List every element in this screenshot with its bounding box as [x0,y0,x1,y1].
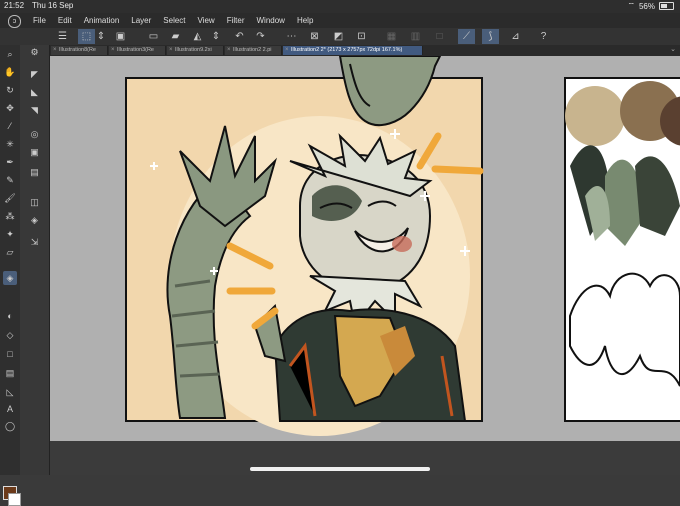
battery-percent: 56% [638,1,655,11]
battery-icon [659,2,674,10]
brush-icon[interactable]: 🖌 [3,191,17,205]
tab-label: Illustration3(Re [117,47,154,53]
snap-ruler-icon[interactable]: ⟋ [458,29,475,44]
tool-palette: ⌕ ✋ ↻ ✥ ⁄ ✳ ✒ ✎ 🖌 ⁂ ✦ ▱ ◈ ◐ ◇ □ ▤ ◺ A ◯ [0,45,21,506]
airbrush-icon[interactable]: ⁂ [3,209,17,223]
ruler-icon[interactable]: ▥ [407,29,424,44]
pen-icon[interactable]: ✒ [3,155,17,169]
tab-active-document[interactable]: × Illustration2 2* (2173 x 2757px 72dpi 1… [283,46,423,55]
wifi-icon: ⌔ [627,1,635,10]
close-icon[interactable]: × [111,46,115,55]
frame-icon[interactable]: □ [3,347,17,361]
snap-icon[interactable]: ▦ [383,29,400,44]
eraser-soft-icon[interactable]: ◣ [27,85,42,99]
fill-icon[interactable]: ◭ [189,29,206,44]
hand-icon[interactable]: ✋ [3,65,17,79]
layer-copy-icon[interactable]: ◎ [27,127,42,141]
tab-document[interactable]: × Illustration2 2.pi [225,46,282,55]
menu-help[interactable]: Help [297,16,313,25]
tab-label: Illustration2 2.pi [233,47,272,53]
menu-layer[interactable]: Layer [131,16,151,25]
menu-window[interactable]: Window [257,16,285,25]
status-bar: 21:52 Thu 16 Sep ⌔ 56% [0,0,680,13]
layer-ref-icon[interactable]: ▤ [27,165,42,179]
menu-edit[interactable]: Edit [58,16,72,25]
figure-icon[interactable]: ◇ [3,328,17,342]
sub-tool-palette: ⚙ ◤ ◣ ◥ ◎ ▣ ▤ ◫ ◈ ⇲ [20,45,50,475]
rotate-icon[interactable]: ↻ [3,83,17,97]
app-logo-icon[interactable]: ↄ [8,15,21,28]
vector-icon[interactable]: □ [431,29,448,44]
selection-icon[interactable]: ⋯ [283,29,300,44]
select-layer-icon[interactable]: ⬚ [78,29,95,44]
close-icon[interactable]: × [53,46,57,55]
correct-line-icon[interactable]: ◺ [3,385,17,399]
eraser-vector-icon[interactable]: ◥ [27,103,42,117]
tab-label: Illustration9.2xi [175,47,212,53]
layer-stack-icon[interactable]: ◫ [27,195,42,209]
open-icon[interactable]: ▰ [167,29,184,44]
help-icon[interactable]: ? [535,29,552,44]
menu-file[interactable]: File [33,16,46,25]
magic-wand-icon[interactable]: ✳ [3,137,17,151]
snap-curve-icon[interactable]: ⟆ [482,29,499,44]
chevron-down-icon[interactable]: ⌄ [670,45,676,53]
home-indicator[interactable] [250,467,430,471]
pencil-icon[interactable]: ✎ [3,173,17,187]
menu-view[interactable]: View [198,16,215,25]
menu-filter[interactable]: Filter [227,16,245,25]
invert-selection-icon[interactable]: ◩ [330,29,347,44]
tab-document[interactable]: × Illustration3(Re [109,46,166,55]
redo-icon[interactable]: ↷ [252,29,269,44]
close-icon[interactable]: × [285,46,289,55]
stabilizer-icon[interactable]: ▣ [112,29,129,44]
artwork [125,55,680,436]
menu-select[interactable]: Select [163,16,185,25]
decoration-icon[interactable]: ✦ [3,227,17,241]
menu-animation[interactable]: Animation [84,16,120,25]
stepper-icon-2[interactable]: ⇕ [211,29,221,44]
close-icon[interactable]: × [169,46,173,55]
sub-color-swatch[interactable] [8,493,21,506]
save-icon[interactable]: ▭ [145,29,162,44]
menu-bar: ↄ File Edit Animation Layer Select View … [0,13,680,28]
move-icon[interactable]: ✥ [3,101,17,115]
settings-icon[interactable]: ⚙ [27,45,42,59]
eyedropper-icon[interactable]: ⁄ [3,119,17,133]
tab-label: Illustration8(Re [59,47,96,53]
ruler-tool-icon[interactable]: ▤ [3,366,17,380]
menu-icon[interactable]: ☰ [54,29,71,44]
eraser-hard-icon[interactable]: ◤ [27,67,42,81]
tab-document[interactable]: × Illustration8(Re [51,46,108,55]
tab-label: Illustration2 2* (2173 x 2757px 72dpi 16… [291,47,403,53]
tab-document[interactable]: × Illustration9.2xi [167,46,224,55]
zoom-icon[interactable]: ⌕ [3,47,17,61]
eraser-icon[interactable]: ▱ [3,245,17,259]
layers-icon[interactable]: ◈ [27,213,42,227]
layer-mask-icon[interactable]: ▣ [27,145,42,159]
balloon-icon[interactable]: ◯ [3,419,17,433]
gradient-icon[interactable]: ◐ [3,309,17,323]
status-right: ⌔ 56% [627,1,674,11]
deselect-icon[interactable]: ⊠ [306,29,323,44]
snap-grid-icon[interactable]: ⊿ [507,29,524,44]
canvas-area[interactable] [50,55,680,441]
command-bar: ☰ ⬚ ⇕ ▣ ▭ ▰ ◭ ⇕ ↶ ↷ ⋯ ⊠ ◩ ⊡ ▦ ▥ □ ⟋ ⟆ ⊿ … [0,28,680,46]
undo-icon[interactable]: ↶ [231,29,248,44]
stepper-icon[interactable]: ⇕ [96,29,106,44]
document-tabs: × Illustration8(Re × Illustration3(Re × Ill… [49,45,680,56]
close-icon[interactable]: × [227,46,231,55]
crop-icon[interactable]: ⊡ [353,29,370,44]
status-date: Thu 16 Sep [32,1,74,10]
text-icon[interactable]: A [3,402,17,416]
import-icon[interactable]: ⇲ [27,235,42,249]
status-time: 21:52 [4,1,25,10]
fill-tool-icon[interactable]: ◈ [3,271,17,285]
